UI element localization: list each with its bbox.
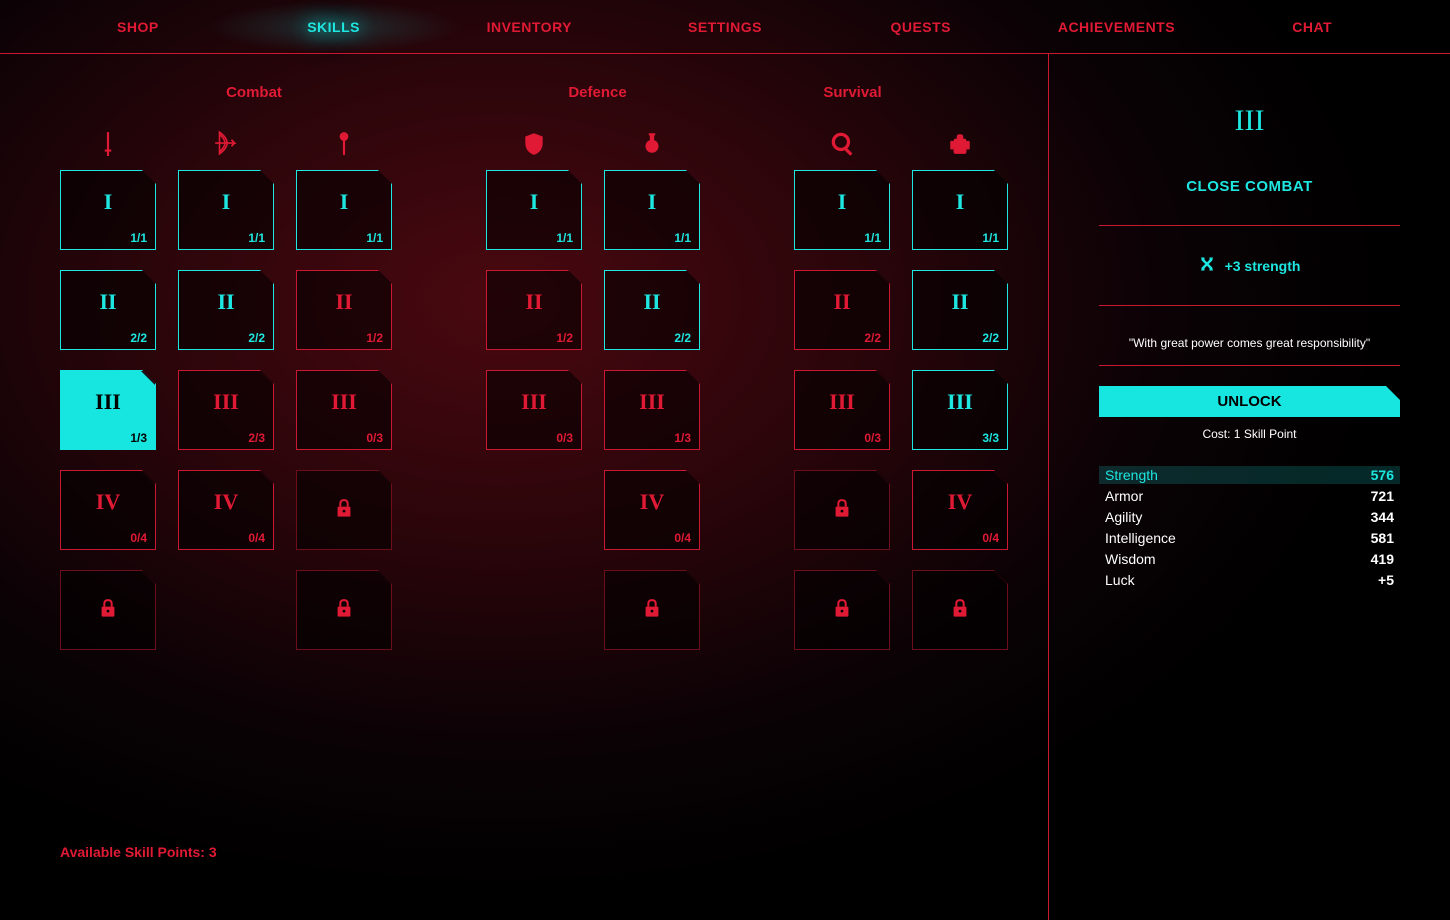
potion-icon <box>604 115 700 170</box>
mace-icon <box>296 115 392 170</box>
stat-row-strength: Strength576 <box>1099 466 1400 484</box>
skill-column-shield: I1/1 II1/2 III0/3 <box>486 115 582 650</box>
skill-points-label: Available Skill Points: 3 <box>60 844 217 860</box>
top-nav: SHOPSKILLSINVENTORYSETTINGSQUESTSACHIEVE… <box>0 0 1450 54</box>
category-survival: Survival <box>745 84 960 101</box>
skill-node[interactable]: II2/2 <box>912 270 1008 350</box>
category-row: Combat Defence Survival <box>60 84 1008 101</box>
nav-tab-quests[interactable]: QUESTS <box>823 19 1019 35</box>
skill-column-lens: I1/1 II2/2 III0/3 <box>794 115 890 650</box>
stat-row-luck: Luck+5 <box>1099 571 1400 589</box>
nav-tab-achievements[interactable]: ACHIEVEMENTS <box>1019 19 1215 35</box>
skill-node[interactable]: III1/3 <box>604 370 700 450</box>
category-defence: Defence <box>490 84 705 101</box>
skill-node[interactable]: I1/1 <box>794 170 890 250</box>
skill-node[interactable]: II2/2 <box>178 270 274 350</box>
stat-row-intelligence: Intelligence581 <box>1099 529 1400 547</box>
skill-column-mace: I1/1 II1/2 III0/3 <box>296 115 392 650</box>
skill-node[interactable]: II2/2 <box>60 270 156 350</box>
unlock-cost: Cost: 1 Skill Point <box>1099 427 1400 441</box>
skill-node-locked[interactable] <box>604 570 700 650</box>
nav-tab-skills[interactable]: SKILLS <box>236 19 432 35</box>
skill-node[interactable]: III1/3 <box>60 370 156 450</box>
skill-node[interactable]: III0/3 <box>794 370 890 450</box>
skill-node[interactable]: II2/2 <box>604 270 700 350</box>
skill-node[interactable]: III2/3 <box>178 370 274 450</box>
lock-icon <box>333 497 355 524</box>
skill-node[interactable]: IV0/4 <box>60 470 156 550</box>
skill-node-locked[interactable] <box>794 570 890 650</box>
skill-tree-grid: I1/1 II2/2 III1/3 IV0/4 I1/1 II2/2 III2/3 IV0/4… <box>60 115 1008 650</box>
skill-node-locked[interactable] <box>60 570 156 650</box>
skill-column-bow: I1/1 II2/2 III2/3 IV0/4 <box>178 115 274 650</box>
nav-tab-settings[interactable]: SETTINGS <box>627 19 823 35</box>
crossed-swords-icon <box>1199 256 1215 275</box>
detail-bonus: +3 strength <box>1099 256 1400 275</box>
skill-node[interactable]: I1/1 <box>912 170 1008 250</box>
skill-node[interactable]: I1/1 <box>296 170 392 250</box>
skill-node[interactable]: I1/1 <box>60 170 156 250</box>
skill-node[interactable]: II2/2 <box>794 270 890 350</box>
skill-node[interactable]: I1/1 <box>178 170 274 250</box>
skill-node-locked[interactable] <box>296 570 392 650</box>
skill-node[interactable]: IV0/4 <box>604 470 700 550</box>
skill-node[interactable]: II1/2 <box>296 270 392 350</box>
shield-icon <box>486 115 582 170</box>
skill-node[interactable]: III0/3 <box>296 370 392 450</box>
skill-column-potion: I1/1 II2/2 III1/3 IV0/4 <box>604 115 700 650</box>
lock-icon <box>831 497 853 524</box>
detail-tier: III <box>1099 104 1400 138</box>
nav-tab-chat[interactable]: CHAT <box>1214 19 1410 35</box>
detail-skill-name: CLOSE COMBAT <box>1099 178 1400 195</box>
lock-icon <box>97 597 119 624</box>
skill-detail-panel: III CLOSE COMBAT +3 strength "With great… <box>1049 54 1450 920</box>
skill-node[interactable]: II1/2 <box>486 270 582 350</box>
skill-node-locked[interactable] <box>794 470 890 550</box>
stats-list: Strength576 Armor721 Agility344 Intelligenc… <box>1099 466 1400 589</box>
skill-node[interactable]: IV0/4 <box>178 470 274 550</box>
unlock-button[interactable]: UNLOCK <box>1099 386 1400 417</box>
bow-icon <box>178 115 274 170</box>
search-icon <box>794 115 890 170</box>
skill-node[interactable]: I1/1 <box>604 170 700 250</box>
skill-node[interactable]: III3/3 <box>912 370 1008 450</box>
skill-column-sword: I1/1 II2/2 III1/3 IV0/4 <box>60 115 156 650</box>
skill-column-backpack: I1/1 II2/2 III3/3 IV0/4 <box>912 115 1008 650</box>
stat-row-agility: Agility344 <box>1099 508 1400 526</box>
skill-node[interactable]: III0/3 <box>486 370 582 450</box>
skill-node[interactable]: I1/1 <box>486 170 582 250</box>
nav-tab-shop[interactable]: SHOP <box>40 19 236 35</box>
detail-flavor-text: "With great power comes great responsibi… <box>1099 336 1400 350</box>
lock-icon <box>831 597 853 624</box>
lock-icon <box>641 597 663 624</box>
stat-row-armor: Armor721 <box>1099 487 1400 505</box>
lock-icon <box>949 597 971 624</box>
skill-node[interactable]: IV0/4 <box>912 470 1008 550</box>
lock-icon <box>333 597 355 624</box>
skill-node-locked[interactable] <box>912 570 1008 650</box>
skills-panel: Combat Defence Survival I1/1II2/2III1/3I… <box>0 54 1049 920</box>
nav-tab-inventory[interactable]: INVENTORY <box>431 19 627 35</box>
skill-node-locked[interactable] <box>296 470 392 550</box>
category-combat: Combat <box>60 84 418 101</box>
sword-icon <box>60 115 156 170</box>
stat-row-wisdom: Wisdom419 <box>1099 550 1400 568</box>
backpack-icon <box>912 115 1008 170</box>
